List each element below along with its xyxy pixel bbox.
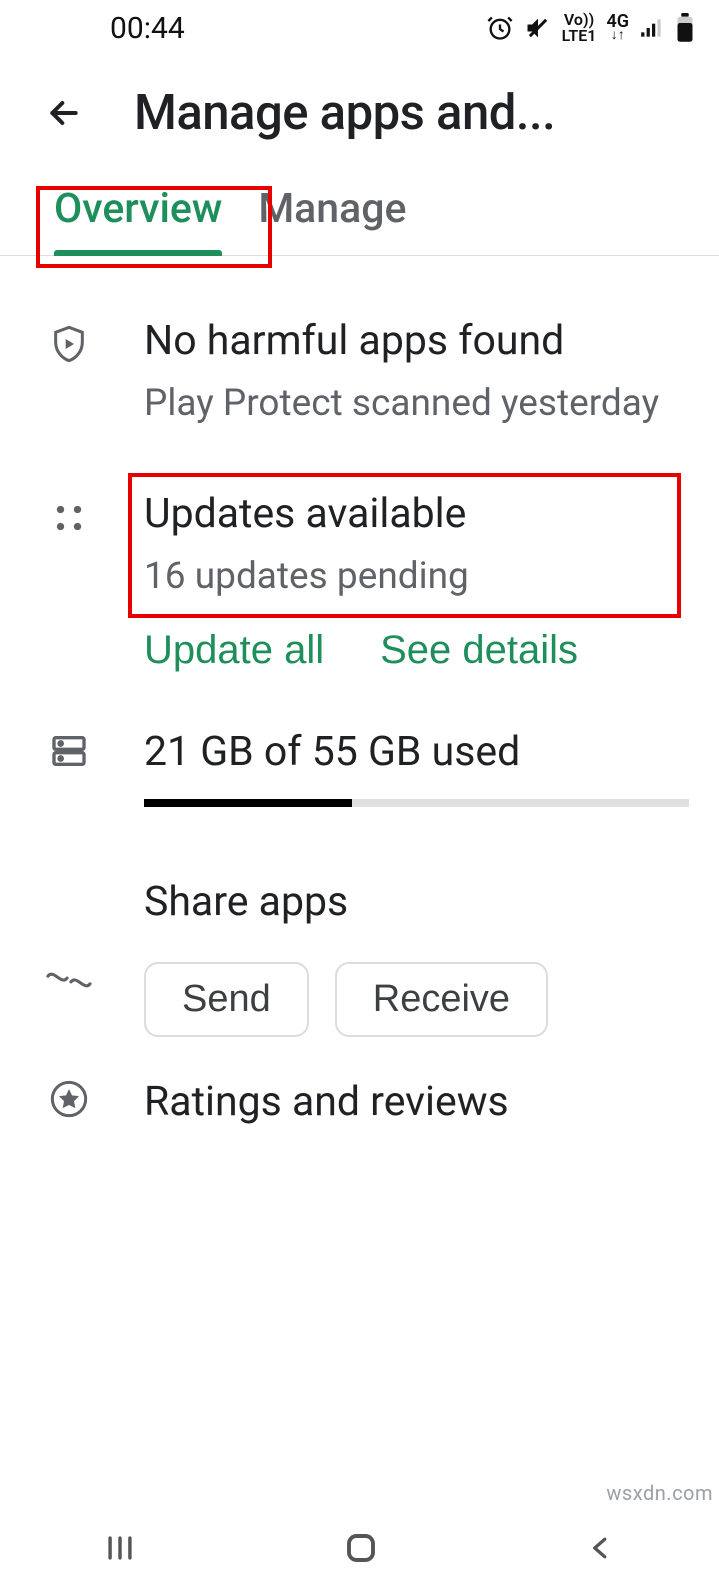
updates-title: Updates available bbox=[144, 489, 649, 540]
status-icons: Vo)) LTE1 4G ↓↑ bbox=[486, 12, 695, 44]
see-details-button[interactable]: See details bbox=[380, 628, 578, 673]
ratings-section[interactable]: Ratings and reviews bbox=[48, 1077, 689, 1140]
storage-progress-fill bbox=[144, 799, 352, 807]
tab-overview[interactable]: Overview bbox=[36, 179, 240, 255]
watermark: wsxdn.com bbox=[606, 1481, 713, 1505]
receive-button[interactable]: Receive bbox=[335, 962, 548, 1037]
shield-play-icon bbox=[49, 322, 89, 366]
back-button[interactable] bbox=[44, 93, 84, 133]
play-protect-section[interactable]: No harmful apps found Play Protect scann… bbox=[48, 316, 689, 429]
updates-section: Updates available 16 updates pending Upd… bbox=[48, 489, 689, 673]
home-button[interactable] bbox=[343, 1530, 379, 1566]
storage-section[interactable]: 21 GB of 55 GB used bbox=[48, 727, 689, 806]
recents-button[interactable] bbox=[103, 1531, 137, 1565]
volte-icon: Vo)) LTE1 bbox=[562, 12, 597, 44]
4g-icon: 4G ↓↑ bbox=[606, 15, 629, 41]
status-time: 00:44 bbox=[110, 11, 185, 46]
storage-icon bbox=[49, 731, 89, 771]
content: No harmful apps found Play Protect scann… bbox=[0, 256, 719, 1140]
mute-icon bbox=[524, 14, 552, 42]
status-bar: 00:44 Vo)) LTE1 4G ↓↑ bbox=[0, 0, 719, 56]
send-button[interactable]: Send bbox=[144, 962, 309, 1037]
signal-icon bbox=[639, 15, 665, 41]
share-section: Share apps Send Receive bbox=[48, 877, 689, 1037]
protect-title: No harmful apps found bbox=[144, 316, 689, 367]
share-nearby-icon bbox=[46, 966, 92, 994]
tab-manage[interactable]: Manage bbox=[240, 179, 424, 255]
star-circle-icon bbox=[49, 1079, 89, 1119]
ratings-title: Ratings and reviews bbox=[144, 1077, 689, 1128]
share-title: Share apps bbox=[144, 877, 689, 928]
storage-progress bbox=[144, 799, 689, 807]
updates-subtitle: 16 updates pending bbox=[144, 552, 649, 602]
back-nav-button[interactable] bbox=[586, 1533, 616, 1563]
apps-grid-icon bbox=[52, 501, 86, 535]
protect-subtitle: Play Protect scanned yesterday bbox=[144, 379, 689, 429]
alarm-icon bbox=[486, 14, 514, 42]
android-nav-bar bbox=[0, 1513, 719, 1583]
battery-icon bbox=[675, 13, 695, 43]
app-bar: Manage apps and... bbox=[0, 56, 719, 149]
storage-label: 21 GB of 55 GB used bbox=[144, 727, 689, 778]
tabs: Overview Manage bbox=[0, 149, 719, 256]
page-title: Manage apps and... bbox=[134, 84, 699, 141]
update-all-button[interactable]: Update all bbox=[144, 628, 324, 673]
